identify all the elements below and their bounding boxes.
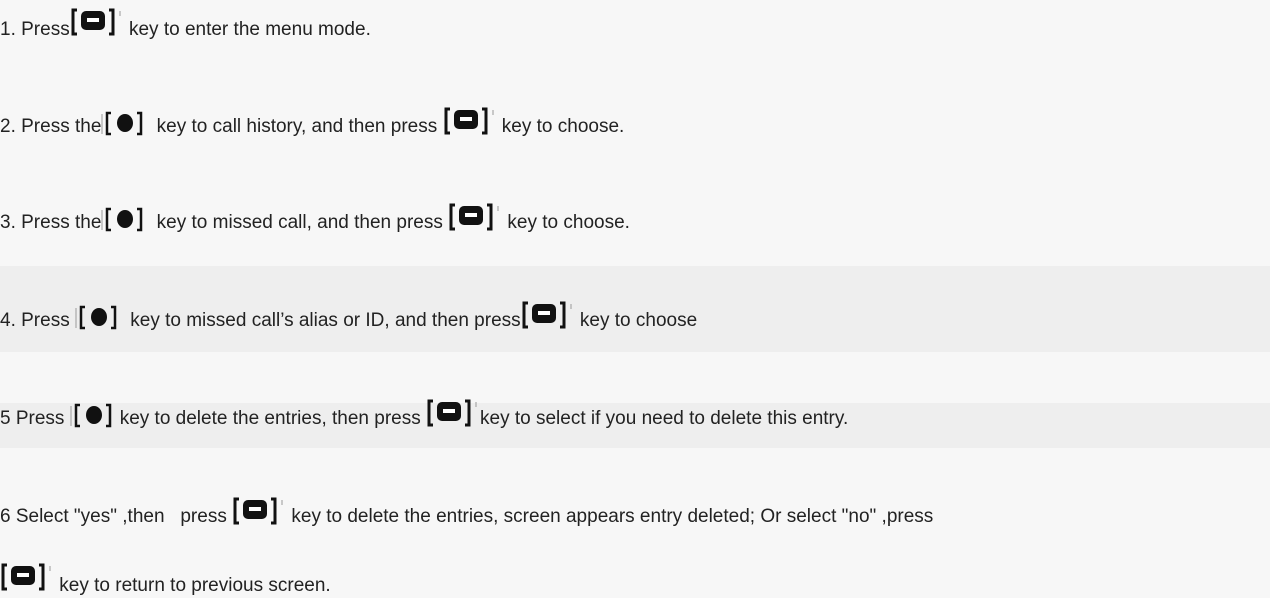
- step-6-continuation: key to return to previous screen.: [0, 562, 1270, 598]
- step-text: key to choose.: [496, 116, 625, 137]
- step-3: 3. Press the key to missed call, and the…: [0, 202, 1270, 235]
- menu-key-icon: [443, 106, 497, 136]
- step-2: 2. Press the key to call history, and th…: [0, 106, 1270, 139]
- step-text: 4. Press: [0, 310, 75, 331]
- step-text: key to missed call, and then press: [151, 212, 449, 233]
- step-1: 1. Press key to enter the menu mode.: [0, 7, 1270, 42]
- step-text: key to missed call’s alias or ID, and th…: [124, 310, 521, 331]
- step-text: 2. Press the: [0, 116, 102, 137]
- step-text: key to delete the entries, screen appear…: [286, 506, 934, 527]
- nav-key-icon: [101, 204, 151, 234]
- menu-key-icon: [0, 562, 54, 592]
- nav-key-icon: [70, 400, 120, 430]
- step-text: 1. Press: [0, 19, 70, 40]
- nav-key-icon: [75, 302, 125, 332]
- menu-key-icon: [232, 496, 286, 526]
- step-5: 5 Press key to delete the entries, then …: [0, 398, 1270, 431]
- step-6: 6 Select "yes" ,then press key to delete…: [0, 496, 1270, 529]
- step-4: 4. Press key to missed call’s alias or I…: [0, 300, 1270, 333]
- instruction-document: 1. Press key to enter the menu mode. 2. …: [0, 0, 1270, 597]
- step-text: key to choose: [574, 310, 698, 331]
- step-text: key to call history, and then press: [151, 116, 443, 137]
- menu-key-icon: [448, 202, 502, 232]
- step-text: key to select if you need to delete this…: [480, 408, 849, 429]
- step-text: 6 Select "yes" ,then press: [0, 506, 233, 527]
- step-text: key to enter the menu mode.: [123, 19, 371, 40]
- menu-key-icon: [70, 7, 124, 37]
- step-text: 3. Press the: [0, 212, 102, 233]
- step-text: key to return to previous screen.: [54, 575, 331, 596]
- menu-key-icon: [521, 300, 575, 330]
- step-text: key to delete the entries, then press: [119, 408, 426, 429]
- step-text: key to choose.: [502, 212, 630, 233]
- step-text: 5 Press: [0, 408, 70, 429]
- menu-key-icon: [426, 398, 480, 428]
- nav-key-icon: [101, 108, 151, 138]
